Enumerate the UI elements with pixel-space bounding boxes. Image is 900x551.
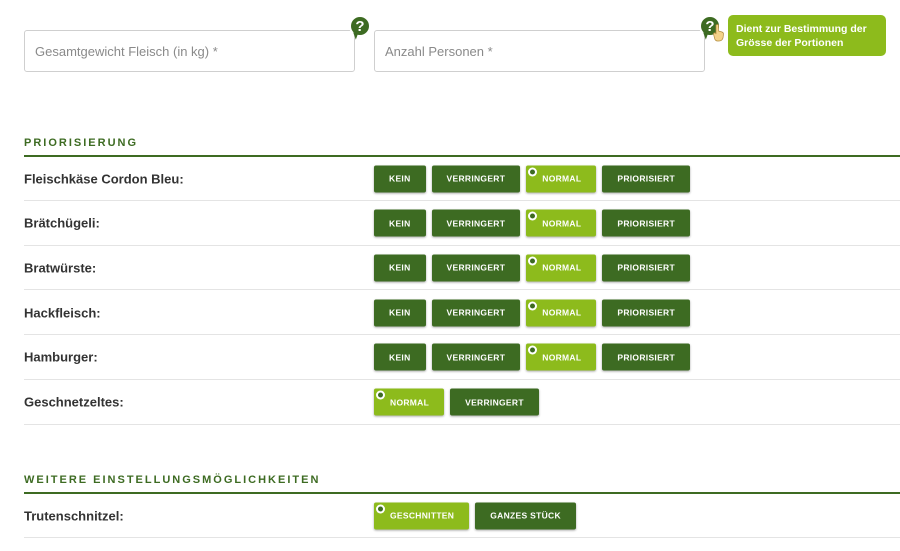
option-row: Hamburger: KEIN VERRINGERT NORMAL PRIORISIER… <box>24 336 900 380</box>
option-row: Hackfleisch: KEIN VERRINGERT NORMAL PRIORISI… <box>24 291 900 336</box>
persons-field-wrapper <box>374 30 705 72</box>
selected-radio-icon <box>528 345 538 355</box>
option-button-label: NORMAL <box>542 262 582 273</box>
option-button-normal[interactable]: NORMAL <box>526 343 597 371</box>
option-button-priorisiert[interactable]: PRIORISIERT <box>602 254 690 282</box>
option-button-verringert[interactable]: VERRINGERT <box>431 343 521 371</box>
option-button-label: KEIN <box>389 262 411 273</box>
option-button-kein[interactable]: KEIN <box>374 343 426 371</box>
option-button-label: VERRINGERT <box>446 352 506 363</box>
option-button-label: VERRINGERT <box>465 397 524 407</box>
option-button-group: KEIN VERRINGERT NORMAL PRIORISIERT <box>374 343 690 371</box>
row-label: Hackfleisch: <box>24 305 101 321</box>
option-button-label: KEIN <box>389 352 411 363</box>
option-button-priorisiert[interactable]: PRIORISIERT <box>602 299 690 327</box>
selected-radio-icon <box>528 211 538 221</box>
option-button-label: NORMAL <box>390 397 430 407</box>
option-button-group: KEIN VERRINGERT NORMAL PRIORISIERT <box>374 165 690 192</box>
option-button-normal[interactable]: NORMAL <box>526 254 597 282</box>
option-button-kein[interactable]: KEIN <box>374 209 426 237</box>
row-label: Hamburger: <box>24 349 98 365</box>
option-row: Bratwürste: KEIN VERRINGERT NORMAL PRIORISIE… <box>24 246 900 291</box>
selected-radio-icon <box>528 167 538 176</box>
section-title-priorisierung: PRIORISIERUNG <box>24 137 139 149</box>
option-button-group: GESCHNITTEN GANZES STÜCK <box>374 502 576 529</box>
option-button-group: NORMAL VERRINGERT <box>374 388 539 416</box>
row-label: Fleischkäse Cordon Bleu: <box>24 171 184 186</box>
option-button-group: KEIN VERRINGERT NORMAL PRIORISIERT <box>374 299 690 327</box>
option-button-ganzes-stück[interactable]: GANZES STÜCK <box>475 502 576 529</box>
option-button-normal[interactable]: NORMAL <box>526 299 597 327</box>
row-label: Bratwürste: <box>24 260 97 276</box>
option-button-normal[interactable]: NORMAL <box>526 209 597 237</box>
option-button-label: PRIORISIERT <box>617 218 675 229</box>
option-button-group: KEIN VERRINGERT NORMAL PRIORISIERT <box>374 254 690 282</box>
option-button-kein[interactable]: KEIN <box>374 299 426 327</box>
option-button-group: KEIN VERRINGERT NORMAL PRIORISIERT <box>374 209 690 237</box>
persons-input[interactable] <box>375 31 704 71</box>
option-row: Brätchügeli: KEIN VERRINGERT NORMAL PRIORISI… <box>24 202 900 246</box>
option-button-label: NORMAL <box>542 307 582 318</box>
row-label: Brätchügeli: <box>24 215 100 231</box>
selected-radio-icon <box>376 504 385 513</box>
selected-radio-icon <box>376 390 385 400</box>
option-button-verringert[interactable]: VERRINGERT <box>431 165 521 192</box>
option-button-priorisiert[interactable]: PRIORISIERT <box>602 209 690 237</box>
option-row: Fleischkäse Cordon Bleu: KEIN VERRINGERT NO… <box>24 157 900 201</box>
option-button-normal[interactable]: NORMAL <box>526 165 597 192</box>
option-button-verringert[interactable]: VERRINGERT <box>431 209 521 237</box>
option-button-verringert[interactable]: VERRINGERT <box>450 388 539 416</box>
selected-radio-icon <box>528 256 538 266</box>
help-tooltip: Dient zur Bestimmung der Grösse der Port… <box>728 15 886 56</box>
option-button-label: NORMAL <box>542 173 582 184</box>
option-button-priorisiert[interactable]: PRIORISIERT <box>602 165 690 192</box>
option-button-label: PRIORISIERT <box>617 262 675 273</box>
option-button-label: KEIN <box>389 173 411 184</box>
option-button-label: GESCHNITTEN <box>390 510 455 521</box>
weight-input[interactable] <box>25 31 354 71</box>
option-row: Trutenschnitzel: GESCHNITTEN GANZES STÜCK <box>24 494 900 538</box>
option-button-label: GANZES STÜCK <box>490 510 561 521</box>
row-label: Trutenschnitzel: <box>24 508 124 523</box>
help-icon[interactable]: ? <box>349 15 371 37</box>
option-button-label: PRIORISIERT <box>617 352 675 363</box>
option-button-label: VERRINGERT <box>446 262 506 273</box>
option-button-label: KEIN <box>389 307 411 318</box>
row-label: Geschnetzeltes: <box>24 394 124 410</box>
option-button-normal[interactable]: NORMAL <box>374 388 445 416</box>
option-button-verringert[interactable]: VERRINGERT <box>431 254 521 282</box>
option-button-label: VERRINGERT <box>446 307 506 318</box>
option-button-label: NORMAL <box>542 218 582 229</box>
option-button-priorisiert[interactable]: PRIORISIERT <box>602 343 690 371</box>
option-button-verringert[interactable]: VERRINGERT <box>431 299 521 327</box>
option-button-label: PRIORISIERT <box>617 173 675 184</box>
option-button-kein[interactable]: KEIN <box>374 165 426 192</box>
option-button-geschnitten[interactable]: GESCHNITTEN <box>374 502 470 529</box>
section-title-weitere: WEITERE EINSTELLUNGSMÖGLICHKEITEN <box>24 474 321 486</box>
option-button-label: PRIORISIERT <box>617 307 675 318</box>
option-button-label: VERRINGERT <box>446 173 506 184</box>
selected-radio-icon <box>528 301 538 311</box>
option-button-kein[interactable]: KEIN <box>374 254 426 282</box>
option-button-label: NORMAL <box>542 352 582 363</box>
option-button-label: VERRINGERT <box>446 218 506 229</box>
option-row: Geschnetzeltes: NORMAL VERRINGERT <box>24 381 900 425</box>
hand-cursor-icon <box>713 24 724 42</box>
option-button-label: KEIN <box>389 218 411 229</box>
weight-field-wrapper <box>24 30 355 72</box>
